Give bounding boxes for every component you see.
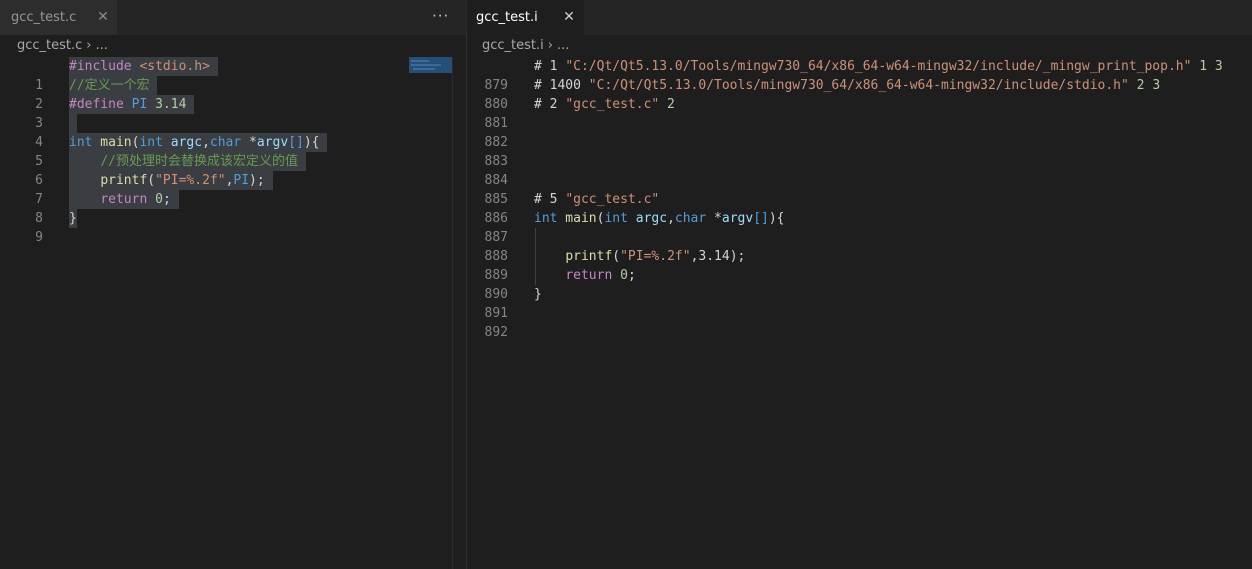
code-line: 888 <box>467 228 1252 264</box>
tab-label: gcc_test.c <box>11 10 77 25</box>
close-icon[interactable]: ✕ <box>559 0 579 35</box>
code-line: 7 printf("PI=%.2f",PI); <box>0 171 466 207</box>
line-number: 892 <box>484 325 508 340</box>
line-content: printf("PI=%.2f",PI); <box>69 171 273 190</box>
more-actions-icon[interactable]: ··· <box>432 0 449 33</box>
code-line: 880 # 1400 "C:/Qt/Qt5.13.0/Tools/mingw73… <box>467 76 1252 112</box>
breadcrumb-symbol[interactable]: ... <box>557 38 569 53</box>
code-line: 9 } <box>0 209 466 245</box>
close-icon[interactable]: ✕ <box>93 0 113 35</box>
code-line: 2 //定义一个宏 <box>0 76 466 112</box>
line-content: int main(int argc,char *argv[]){ <box>69 133 328 152</box>
line-content: # 2 "gcc_test.c" 2 <box>534 97 675 112</box>
code-line: 887 int main(int argc,char *argv[]){ <box>467 209 1252 245</box>
line-content: //预处理时会替换成该宏定义的值 <box>69 152 306 171</box>
code-line: 889 printf("PI=%.2f",3.14); <box>467 247 1252 283</box>
code-line: 6 //预处理时会替换成该宏定义的值 <box>0 152 466 188</box>
minimap[interactable] <box>409 57 452 73</box>
line-content: int main(int argc,char *argv[]){ <box>534 211 785 226</box>
chevron-right-icon: › <box>547 38 553 53</box>
tab-gcc-test-c[interactable]: gcc_test.c ✕ <box>0 0 118 35</box>
code-line: 890 return 0; <box>467 266 1252 302</box>
right-editor-group: gcc_test.i ✕ gcc_test.i ›... 879 # 1 "C:/… <box>467 0 1252 569</box>
code-line: 884 <box>467 152 1252 188</box>
line-content <box>69 114 77 133</box>
line-content: printf("PI=%.2f",3.14); <box>565 249 746 264</box>
left-editor-group: gcc_test.c ✕ ··· gcc_test.c ›... 1 #inclu… <box>0 0 466 569</box>
code-line: 4 <box>0 114 466 150</box>
vertical-scrollbar[interactable] <box>452 57 466 569</box>
line-content: return 0; <box>565 268 636 283</box>
breadcrumb: gcc_test.i ›... <box>482 35 569 57</box>
code-line: 8 return 0; <box>0 190 466 226</box>
breadcrumb-symbol[interactable]: ... <box>96 38 108 53</box>
line-content: #include <stdio.h> <box>69 57 218 76</box>
minimap-line <box>413 68 435 70</box>
line-content: # 1 "C:/Qt/Qt5.13.0/Tools/mingw730_64/x8… <box>534 59 1223 74</box>
code-line: 882 <box>467 114 1252 150</box>
line-content: return 0; <box>69 190 179 209</box>
line-content: #define PI 3.14 <box>69 95 195 114</box>
minimap-line <box>411 60 429 62</box>
code-line: 885 <box>467 171 1252 207</box>
tab-gcc-test-i[interactable]: gcc_test.i ✕ <box>467 0 585 35</box>
breadcrumb-file[interactable]: gcc_test.i <box>482 38 544 53</box>
code-line: 891 } <box>467 285 1252 321</box>
breadcrumb: gcc_test.c ›... <box>17 35 108 57</box>
code-line: 886 # 5 "gcc_test.c" <box>467 190 1252 226</box>
line-number: 9 <box>35 230 43 245</box>
code-line: 3 #define PI 3.14 <box>0 95 466 131</box>
code-line: 1 #include <stdio.h> <box>0 57 466 93</box>
code-line: 883 <box>467 133 1252 169</box>
code-line: 879 # 1 "C:/Qt/Qt5.13.0/Tools/mingw730_6… <box>467 57 1252 93</box>
code-line: 5 int main(int argc,char *argv[]){ <box>0 133 466 169</box>
code-line: 892 <box>467 304 1252 340</box>
line-content: # 5 "gcc_test.c" <box>534 192 660 207</box>
right-tab-bar: gcc_test.i ✕ <box>467 0 1252 35</box>
line-content: //定义一个宏 <box>69 76 158 95</box>
line-content: # 1400 "C:/Qt/Qt5.13.0/Tools/mingw730_64… <box>534 78 1161 93</box>
line-content: } <box>534 287 542 302</box>
code-editor[interactable]: 1 #include <stdio.h> 2 //定义一个宏 3 #define… <box>0 57 466 569</box>
tab-label: gcc_test.i <box>476 10 538 25</box>
line-content: } <box>69 209 77 228</box>
left-tab-bar: gcc_test.c ✕ ··· <box>0 0 466 35</box>
chevron-right-icon: › <box>86 38 92 53</box>
breadcrumb-file[interactable]: gcc_test.c <box>17 38 82 53</box>
minimap-line <box>411 64 441 66</box>
code-line: 881 # 2 "gcc_test.c" 2 <box>467 95 1252 131</box>
code-editor[interactable]: 879 # 1 "C:/Qt/Qt5.13.0/Tools/mingw730_6… <box>467 57 1252 569</box>
